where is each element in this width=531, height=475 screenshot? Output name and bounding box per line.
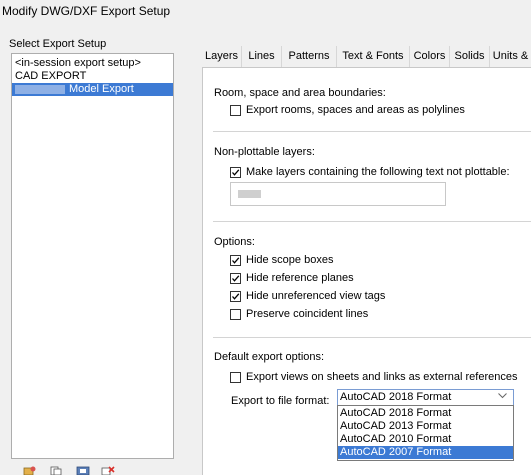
make-layers-option[interactable]: Make layers containing the following tex…	[230, 165, 510, 179]
preserve-lines-option[interactable]: Preserve coincident lines	[230, 307, 368, 321]
hide-scope-checkbox[interactable]	[230, 254, 241, 266]
format-selected-value: AutoCAD 2018 Format	[340, 391, 452, 403]
list-item-in-session[interactable]: <in-session export setup>	[12, 57, 173, 70]
hide-view-tags-option[interactable]: Hide unreferenced view tags	[230, 289, 385, 303]
divider	[213, 337, 531, 338]
check-icon	[232, 292, 240, 300]
redacted-text	[238, 190, 261, 198]
preserve-lines-label: Preserve coincident lines	[246, 308, 369, 320]
select-setup-label: Select Export Setup	[9, 38, 107, 50]
export-views-option[interactable]: Export views on sheets and links as exte…	[230, 370, 517, 384]
tab-solids[interactable]: Solids	[450, 46, 490, 67]
options-section-label: Options:	[214, 236, 255, 248]
tab-colors[interactable]: Colors	[410, 46, 450, 67]
divider	[213, 221, 531, 222]
export-views-label: Export views on sheets and links as exte…	[246, 371, 518, 383]
format-dropdown-list: AutoCAD 2018 Format AutoCAD 2013 Format …	[337, 405, 514, 461]
nonplot-text-input[interactable]	[230, 182, 446, 206]
default-section-label: Default export options:	[214, 351, 325, 363]
duplicate-setup-icon[interactable]	[49, 466, 63, 475]
make-layers-checkbox[interactable]	[230, 166, 241, 178]
hide-ref-planes-label: Hide reference planes	[246, 272, 354, 284]
delete-setup-icon[interactable]	[101, 466, 115, 475]
hide-ref-planes-option[interactable]: Hide reference planes	[230, 271, 354, 285]
hide-view-tags-checkbox[interactable]	[230, 290, 241, 302]
format-option-2010[interactable]: AutoCAD 2010 Format	[338, 433, 513, 446]
hide-scope-label: Hide scope boxes	[246, 254, 334, 266]
layers-panel: Room, space and area boundaries: Export …	[202, 67, 531, 475]
check-icon	[232, 256, 240, 264]
tab-lines[interactable]: Lines	[242, 46, 282, 67]
list-item-model-export[interactable]: Model Export	[12, 83, 173, 96]
new-setup-icon[interactable]	[22, 466, 36, 475]
tab-units[interactable]: Units &	[490, 46, 531, 67]
window-title: Modify DWG/DXF Export Setup	[2, 4, 171, 18]
rename-setup-icon[interactable]	[76, 466, 90, 475]
check-icon	[232, 168, 240, 176]
export-setup-list[interactable]: <in-session export setup> CAD EXPORT Mod…	[11, 53, 174, 459]
room-section-label: Room, space and area boundaries:	[214, 87, 386, 99]
make-layers-label: Make layers containing the following tex…	[246, 166, 510, 178]
tab-layers[interactable]: Layers	[202, 46, 242, 67]
export-rooms-label: Export rooms, spaces and areas as polyli…	[246, 104, 465, 116]
preserve-lines-checkbox[interactable]	[230, 308, 241, 320]
format-select[interactable]: AutoCAD 2018 Format	[337, 389, 514, 406]
format-option-2018[interactable]: AutoCAD 2018 Format	[338, 407, 513, 420]
divider	[213, 131, 531, 132]
export-rooms-checkbox[interactable]	[230, 104, 241, 116]
check-icon	[232, 274, 240, 282]
redacted-name	[15, 84, 65, 94]
model-export-label: Model Export	[69, 83, 134, 95]
format-label: Export to file format:	[231, 395, 330, 407]
export-views-checkbox[interactable]	[230, 371, 241, 383]
hide-view-tags-label: Hide unreferenced view tags	[246, 290, 386, 302]
format-option-2013[interactable]: AutoCAD 2013 Format	[338, 420, 513, 433]
hide-scope-option[interactable]: Hide scope boxes	[230, 253, 333, 267]
tab-patterns[interactable]: Patterns	[282, 46, 337, 67]
list-item-cad-export[interactable]: CAD EXPORT	[12, 70, 173, 83]
chevron-down-icon	[498, 393, 507, 399]
format-option-2007[interactable]: AutoCAD 2007 Format	[338, 446, 513, 459]
export-rooms-option[interactable]: Export rooms, spaces and areas as polyli…	[230, 103, 465, 117]
hide-ref-planes-checkbox[interactable]	[230, 272, 241, 284]
nonplot-section-label: Non-plottable layers:	[214, 146, 315, 158]
tab-text-fonts[interactable]: Text & Fonts	[337, 46, 410, 67]
